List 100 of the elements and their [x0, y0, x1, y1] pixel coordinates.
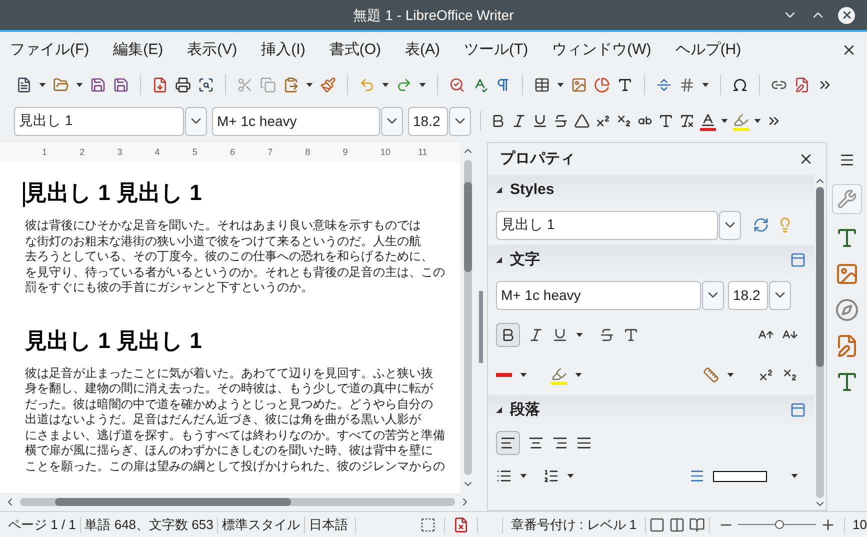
caret-icon[interactable] [727, 373, 734, 377]
font-name-field[interactable]: M+ 1c heavy [212, 106, 380, 136]
dropdown-button[interactable] [702, 280, 724, 310]
pdf-icon[interactable] [152, 77, 168, 93]
save-as-icon[interactable] [113, 77, 129, 93]
zoom-percentage[interactable]: 10 [844, 514, 867, 534]
paintbrush-icon[interactable] [320, 77, 336, 93]
dropdown-button[interactable] [381, 106, 403, 136]
caret-icon[interactable] [702, 83, 709, 87]
page-style[interactable]: 標準スタイル [218, 514, 304, 534]
caret-icon[interactable] [575, 373, 582, 377]
chart-icon[interactable] [594, 77, 610, 93]
expander-icon[interactable] [496, 407, 502, 413]
field-icon[interactable] [679, 77, 695, 93]
zoom-thumb[interactable] [774, 520, 784, 529]
more-options-icon[interactable] [790, 252, 806, 268]
single-page-icon[interactable] [649, 516, 666, 532]
superscript-icon[interactable] [758, 367, 774, 383]
menu-item[interactable]: 表(A) [405, 38, 440, 62]
page-break-icon[interactable] [656, 77, 672, 93]
image-icon[interactable] [571, 77, 587, 93]
more-options-icon[interactable] [790, 402, 806, 418]
superscript-icon[interactable] [595, 113, 611, 129]
ruler[interactable]: 1 2 3 4 5 6 7 8 9 10 11 [0, 142, 460, 162]
caret-icon[interactable] [382, 83, 389, 87]
new-document-icon[interactable] [16, 77, 32, 93]
clear-formatting-icon[interactable] [679, 113, 695, 129]
menu-item[interactable]: ヘルプ(H) [675, 38, 742, 62]
color-swatch[interactable] [713, 470, 767, 482]
dropdown-button[interactable] [185, 106, 207, 136]
close-button[interactable] [838, 6, 855, 24]
design-tab-icon[interactable] [835, 370, 859, 394]
folder-icon[interactable] [53, 77, 69, 93]
caret-icon[interactable] [791, 474, 798, 478]
caret-icon[interactable] [306, 83, 313, 87]
print-preview-icon[interactable] [198, 77, 214, 93]
redo-icon[interactable] [396, 77, 412, 93]
underline-icon[interactable] [552, 327, 568, 343]
justify-icon[interactable] [576, 435, 592, 451]
font-color-icon[interactable] [700, 112, 716, 128]
highlighter-icon[interactable] [733, 112, 749, 128]
omega-icon[interactable] [732, 77, 748, 93]
italic-icon[interactable] [511, 113, 527, 129]
dropdown-button[interactable] [769, 280, 791, 310]
menu-icon[interactable] [839, 152, 855, 168]
align-center-icon[interactable] [528, 435, 544, 451]
style-field[interactable]: 見出し 1 [496, 210, 718, 240]
table-icon[interactable] [534, 77, 550, 93]
menu-item[interactable]: 書式(O) [329, 38, 381, 62]
subscript-icon[interactable] [616, 113, 632, 129]
selection-mode-icon[interactable] [420, 516, 436, 532]
expander-icon[interactable] [496, 187, 502, 193]
numbered-list-icon[interactable] [543, 468, 559, 484]
scroll-thumb[interactable] [816, 187, 824, 367]
scroll-thumb[interactable] [464, 182, 472, 272]
menu-item[interactable]: 挿入(I) [261, 38, 306, 62]
navigator-tab-icon[interactable] [835, 298, 859, 322]
subscript-icon[interactable] [782, 367, 798, 383]
highlighter-icon[interactable] [551, 366, 567, 382]
refresh-icon[interactable] [753, 217, 769, 233]
menu-item[interactable]: ウィンドウ(W) [552, 38, 652, 62]
font-color-bar[interactable] [496, 373, 512, 377]
font-name-field[interactable]: M+ 1c heavy [496, 280, 701, 310]
caret-icon[interactable] [721, 119, 728, 123]
dropdown-button[interactable] [719, 210, 741, 240]
pilcrow-icon[interactable] [495, 77, 511, 93]
language[interactable]: 日本語 [304, 514, 355, 534]
caret-icon[interactable] [419, 83, 426, 87]
strikethrough-icon[interactable] [599, 327, 615, 343]
caret-icon[interactable] [754, 119, 761, 123]
font-size-field[interactable]: 18.2 [728, 280, 768, 310]
underline-icon[interactable] [532, 113, 548, 129]
caret-icon[interactable] [576, 333, 583, 337]
align-right-icon[interactable] [552, 435, 568, 451]
align-left-button[interactable] [496, 431, 520, 455]
menu-item[interactable]: ファイル(F) [10, 38, 90, 62]
comment-icon[interactable] [794, 77, 810, 93]
dropdown-button[interactable] [449, 106, 471, 136]
scroll-thumb[interactable] [55, 498, 291, 506]
properties-tab[interactable] [832, 184, 862, 214]
bullet-list-icon[interactable] [496, 468, 512, 484]
text-icon[interactable] [617, 77, 633, 93]
italic-icon[interactable] [528, 327, 544, 343]
strikethrough-icon[interactable] [553, 113, 569, 129]
zoom-slider[interactable] [738, 520, 816, 530]
document-page[interactable] [0, 162, 460, 493]
caret-icon[interactable] [520, 474, 527, 478]
bold-button[interactable] [496, 323, 520, 347]
save-icon[interactable] [90, 77, 106, 93]
menu-item[interactable]: 表示(V) [187, 38, 238, 62]
caret-icon[interactable] [567, 474, 574, 478]
expander-icon[interactable] [496, 257, 502, 263]
styles-tab-icon[interactable] [835, 226, 859, 250]
word-count[interactable]: 単語 648、文字数 653 [80, 514, 218, 534]
page-count[interactable]: ページ 1 / 1 [4, 514, 80, 534]
find-replace-icon[interactable] [449, 77, 465, 93]
caret-icon[interactable] [39, 83, 46, 87]
zoom-in-icon[interactable] [820, 516, 836, 532]
caret-icon[interactable] [557, 83, 564, 87]
paste-icon[interactable] [283, 77, 299, 93]
